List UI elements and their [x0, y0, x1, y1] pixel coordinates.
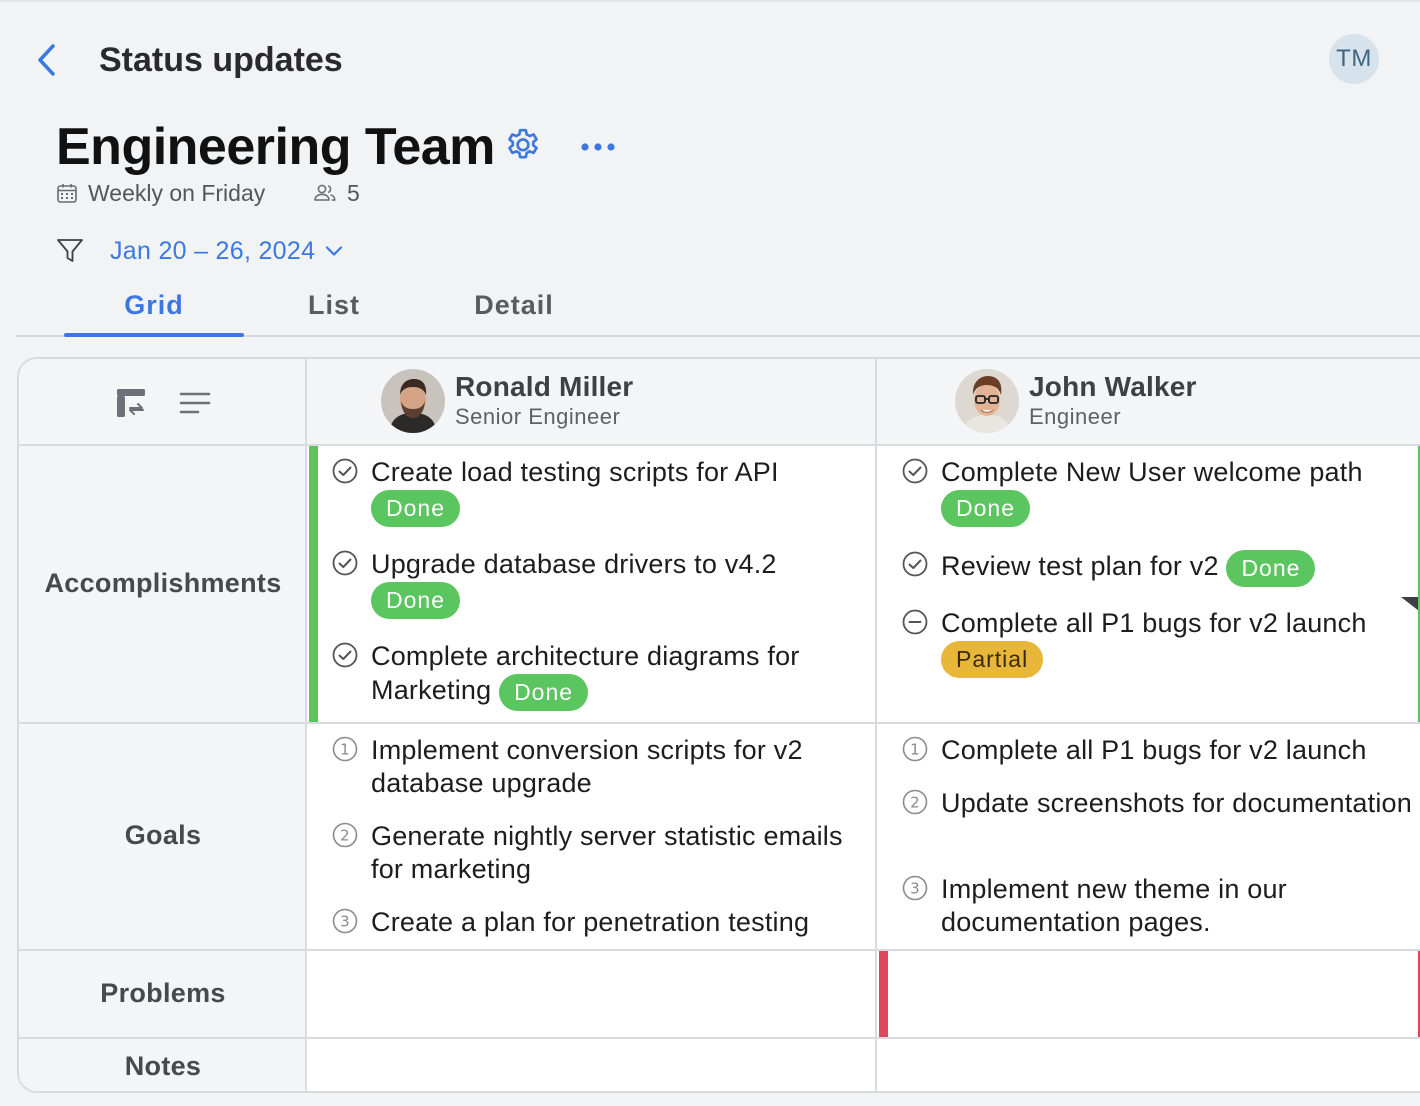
- ronald-accomplishments-status-bar: [309, 446, 318, 722]
- settings-button[interactable]: [502, 125, 544, 167]
- person-name: John Walker: [1029, 371, 1197, 402]
- number-2-icon: 2: [902, 789, 928, 815]
- person-role: Engineer: [1029, 404, 1122, 429]
- number-2-icon: 2: [332, 822, 358, 848]
- svg-text:1: 1: [910, 741, 920, 759]
- number-1-icon: 1: [902, 736, 928, 762]
- list-item[interactable]: 1 Complete all P1 bugs for v2 launch: [901, 734, 1420, 767]
- swap-layout-button[interactable]: [111, 383, 151, 423]
- row-header-goals: Goals: [19, 722, 307, 949]
- status-badge: Done: [371, 582, 460, 619]
- calendar-icon: [57, 184, 77, 203]
- list-item[interactable]: Upgrade database drivers to v4.2 Done: [331, 548, 861, 619]
- more-options-button[interactable]: [576, 130, 620, 164]
- list-item[interactable]: 1 Implement conversion scripts for v2 da…: [331, 734, 861, 800]
- item-text: Complete all P1 bugs for v2 launch: [941, 608, 1367, 638]
- list-item[interactable]: Create load testing scripts for API Done: [331, 456, 861, 527]
- status-badge: Partial: [941, 641, 1044, 678]
- grid-divider: [875, 359, 877, 1091]
- list-item[interactable]: 2 Generate nightly server statistic emai…: [331, 820, 861, 886]
- people-icon: [314, 184, 336, 201]
- svg-text:3: 3: [340, 913, 350, 931]
- item-text: Generate nightly server statistic emails…: [371, 821, 843, 884]
- john-problems-status-bar: [879, 951, 888, 1037]
- check-circle-icon: [902, 458, 928, 484]
- item-text: Create a plan for penetration testing: [371, 907, 810, 937]
- check-circle-icon: [332, 458, 358, 484]
- grid-divider: [19, 722, 1420, 724]
- top-divider: [0, 0, 1420, 2]
- avatar: [381, 369, 445, 433]
- date-range-label: Jan 20 – 26, 2024: [110, 236, 316, 265]
- schedule-label: Weekly on Friday: [88, 179, 266, 206]
- chevron-left-icon: [38, 44, 55, 76]
- svg-text:2: 2: [340, 827, 350, 845]
- john-problems-cell[interactable]: [888, 951, 1418, 1037]
- svg-text:1: 1: [340, 741, 350, 759]
- back-button[interactable]: [30, 40, 64, 80]
- number-3-icon: 3: [332, 908, 358, 934]
- member-count: 5: [313, 179, 360, 207]
- check-circle-icon: [902, 551, 928, 577]
- row-header-accomplishments: Accomplishments: [19, 444, 307, 722]
- person-header-ronald[interactable]: Ronald Miller Senior Engineer: [381, 369, 633, 433]
- ronald-problems-cell[interactable]: [307, 951, 875, 1037]
- list-item[interactable]: Review test plan for v2 Done: [901, 549, 1420, 587]
- item-text: Implement new theme in our documentation…: [941, 874, 1287, 937]
- number-1-icon: 1: [332, 736, 358, 762]
- tab-detail[interactable]: Detail: [424, 282, 604, 335]
- row-header-problems: Problems: [19, 949, 307, 1037]
- page-title: Engineering Team: [56, 118, 495, 176]
- check-circle-icon: [332, 550, 358, 576]
- ellipsis-icon: [581, 143, 615, 151]
- status-badge: Done: [371, 490, 460, 527]
- text-lines-icon: [179, 392, 211, 414]
- nav-title: Status updates: [99, 41, 343, 79]
- list-item[interactable]: Complete architecture diagrams for Marke…: [331, 640, 861, 711]
- person-role: Senior Engineer: [455, 404, 621, 429]
- minus-circle-icon: [902, 609, 928, 635]
- swap-layout-icon: [117, 389, 145, 417]
- gear-icon: [508, 128, 538, 159]
- number-3-icon: 3: [902, 875, 928, 901]
- person-name: Ronald Miller: [455, 371, 634, 402]
- status-badge: Done: [1226, 550, 1316, 587]
- item-text: Implement conversion scripts for v2 data…: [371, 735, 803, 798]
- list-item[interactable]: Complete New User welcome path Done: [901, 456, 1420, 527]
- list-item[interactable]: 3 Create a plan for penetration testing: [331, 906, 861, 939]
- schedule-info: Weekly on Friday: [56, 179, 265, 207]
- row-header-notes: Notes: [19, 1037, 307, 1091]
- chevron-down-icon: [326, 246, 343, 256]
- view-tabs: Grid List Detail: [16, 282, 1420, 337]
- list-item[interactable]: 3 Implement new theme in our documentati…: [901, 873, 1420, 939]
- item-text: Complete all P1 bugs for v2 launch: [941, 735, 1367, 765]
- item-text: Complete New User welcome path: [941, 457, 1363, 487]
- john-notes-cell[interactable]: [877, 1039, 1420, 1091]
- svg-text:2: 2: [910, 794, 920, 812]
- filter-button[interactable]: [55, 236, 85, 266]
- grid-divider: [19, 444, 1420, 446]
- list-item[interactable]: Complete all P1 bugs for v2 launch Partia…: [901, 607, 1420, 678]
- item-text: Review test plan for v2: [941, 551, 1219, 582]
- text-view-button[interactable]: [175, 383, 215, 423]
- tab-list[interactable]: List: [244, 282, 424, 335]
- status-badge: Done: [941, 490, 1030, 527]
- check-circle-icon: [332, 642, 358, 668]
- svg-text:3: 3: [910, 880, 920, 898]
- avatar: [955, 369, 1019, 433]
- tab-grid[interactable]: Grid: [64, 282, 244, 337]
- list-item[interactable]: 2 Update screenshots for documentation: [901, 787, 1420, 820]
- status-grid: Accomplishments Goals Problems Notes Ron…: [17, 357, 1420, 1093]
- item-text: Upgrade database drivers to v4.2: [371, 549, 777, 579]
- person-header-john[interactable]: John Walker Engineer: [955, 369, 1197, 433]
- item-text: Update screenshots for documentation: [941, 788, 1412, 818]
- ronald-notes-cell[interactable]: [307, 1039, 875, 1091]
- date-range-selector[interactable]: Jan 20 – 26, 2024: [110, 234, 343, 268]
- status-badge: Done: [499, 674, 589, 711]
- member-count-value: 5: [347, 179, 360, 206]
- item-text: Create load testing scripts for API: [371, 457, 779, 487]
- grid-corner: [19, 359, 307, 444]
- filter-icon: [57, 239, 83, 262]
- user-avatar[interactable]: TM: [1329, 34, 1379, 84]
